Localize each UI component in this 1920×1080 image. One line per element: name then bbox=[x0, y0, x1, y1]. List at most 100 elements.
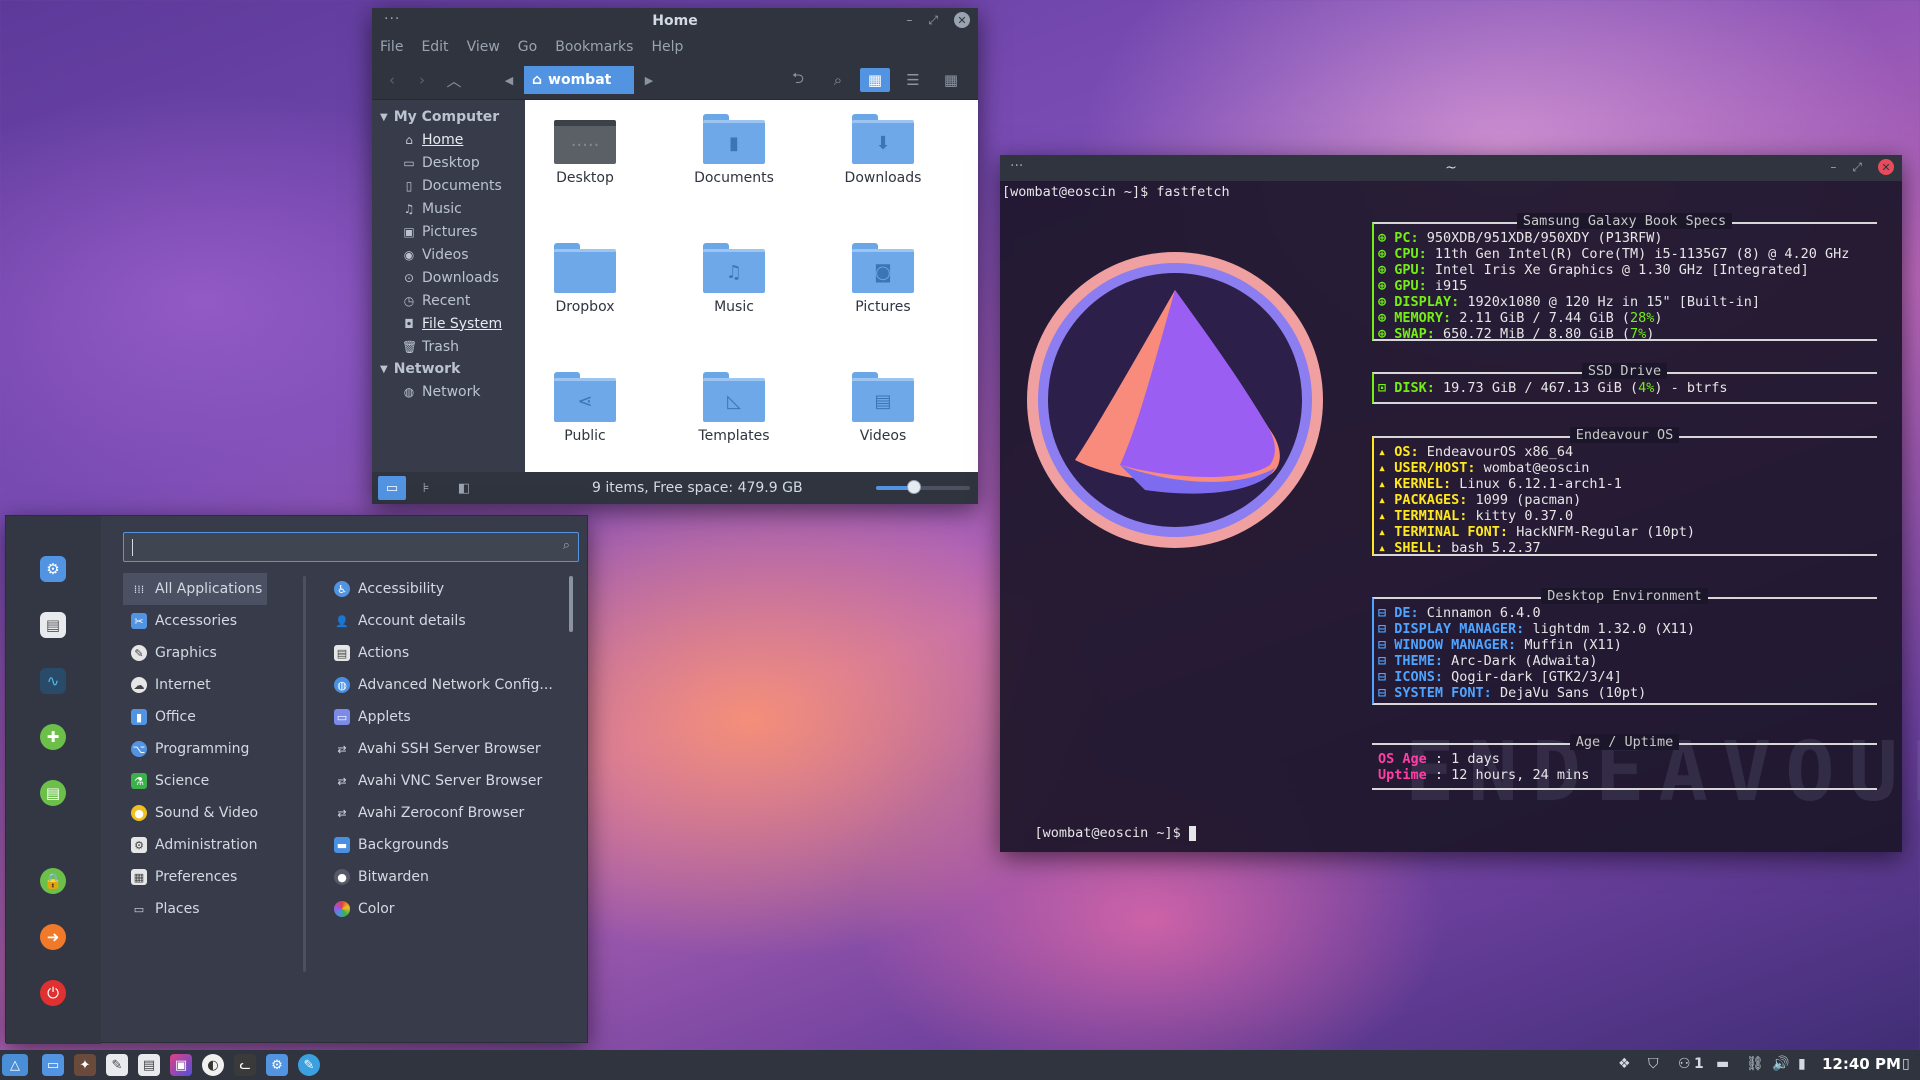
category-internet[interactable]: ☁ Internet bbox=[123, 669, 267, 701]
terminal-prompt-line[interactable]: [wombat@eoscin ~]$ bbox=[1002, 809, 1196, 857]
maximize-icon[interactable]: ⤢ bbox=[928, 13, 938, 28]
lock-screen-icon[interactable]: 🔒 bbox=[40, 868, 66, 894]
sidebar-item-trash[interactable]: 🗑 Trash bbox=[372, 335, 524, 358]
app-item[interactable]: ◍ Advanced Network Config... bbox=[334, 669, 564, 701]
list-view-icon[interactable]: ☰ bbox=[900, 68, 926, 92]
system-monitor-icon[interactable]: ∿ bbox=[40, 668, 66, 694]
path-left-icon[interactable]: ◀ bbox=[500, 68, 518, 92]
close-icon[interactable]: ✕ bbox=[1878, 159, 1894, 175]
compact-view-icon[interactable]: ▦ bbox=[938, 68, 964, 92]
file-grid[interactable]: ····· Desktop ▮ Documents ⬇ Downloads Dr… bbox=[525, 100, 978, 472]
toggle-location-icon[interactable]: ⮌ bbox=[786, 68, 810, 92]
terminal-cat-icon[interactable]: ᓚ bbox=[234, 1054, 256, 1076]
file-item-pictures[interactable]: ◙ Pictures bbox=[823, 243, 943, 315]
category-administration[interactable]: ⚙ Administration bbox=[123, 829, 267, 861]
path-right-icon[interactable]: ▶ bbox=[640, 68, 658, 92]
menu-bookmarks[interactable]: Bookmarks bbox=[555, 39, 633, 55]
sidebar-item-network[interactable]: ◍ Network bbox=[372, 380, 524, 403]
app-list-scrollbar[interactable] bbox=[569, 576, 573, 632]
software-manager-icon[interactable]: ✚ bbox=[40, 724, 66, 750]
menu-edit[interactable]: Edit bbox=[421, 39, 448, 55]
sidebar-item-recent[interactable]: ◷ Recent bbox=[372, 289, 524, 312]
forward-icon[interactable]: › bbox=[412, 68, 432, 92]
logout-icon[interactable]: ➜ bbox=[40, 924, 66, 950]
dropbox-tray-icon[interactable]: ❖ bbox=[1618, 1056, 1631, 1072]
category-office[interactable]: ▮ Office bbox=[123, 701, 267, 733]
sidebar-item-file-system[interactable]: ◘ File System bbox=[372, 312, 524, 335]
menu-go[interactable]: Go bbox=[518, 39, 537, 55]
file-item-music[interactable]: ♫ Music bbox=[674, 243, 794, 315]
icon-view-icon[interactable]: ▦ bbox=[860, 68, 890, 92]
terminal-window[interactable]: ··· ~ – ⤢ ✕ ENDEAVOUROS [wombat@eoscin ~… bbox=[1000, 155, 1920, 852]
file-item-templates[interactable]: ◺ Templates bbox=[674, 372, 794, 444]
mpv-icon[interactable]: ✦ bbox=[74, 1054, 96, 1076]
category-preferences[interactable]: ▦ Preferences bbox=[123, 861, 267, 893]
menu-view[interactable]: View bbox=[467, 39, 500, 55]
power-icon[interactable]: ⏻ bbox=[40, 980, 66, 1006]
workspace-icon[interactable]: ⚇ bbox=[1678, 1056, 1691, 1072]
menu-help[interactable]: Help bbox=[651, 39, 683, 55]
app-item[interactable]: ⇄ Avahi Zeroconf Browser bbox=[334, 797, 564, 829]
category-science[interactable]: ⚗ Science bbox=[123, 765, 267, 797]
window-menu-icon[interactable]: ··· bbox=[1010, 158, 1023, 174]
sidebar-item-documents[interactable]: ▯ Documents bbox=[372, 174, 524, 197]
file-item-documents[interactable]: ▮ Documents bbox=[674, 114, 794, 186]
drive-icon[interactable]: ▬ bbox=[1716, 1056, 1729, 1072]
battery-icon[interactable]: ▮ bbox=[1798, 1056, 1806, 1072]
terminal-titlebar[interactable]: ··· ~ – ⤢ ✕ bbox=[1000, 155, 1902, 181]
app-item[interactable]: Color bbox=[334, 893, 564, 925]
file-item-dropbox[interactable]: Dropbox bbox=[525, 243, 645, 315]
app-icon[interactable]: ✎ bbox=[298, 1054, 320, 1076]
up-icon[interactable]: ︿ bbox=[442, 68, 466, 92]
sidebar-item-videos[interactable]: ◉ Videos bbox=[372, 243, 524, 266]
search-input[interactable]: ⌕ bbox=[123, 532, 579, 562]
menu-file[interactable]: File bbox=[380, 39, 403, 55]
category-programming[interactable]: ⌥ Programming bbox=[123, 733, 267, 765]
text-editor-icon[interactable]: ▤ bbox=[40, 612, 66, 638]
file-item-public[interactable]: ⋖ Public bbox=[525, 372, 645, 444]
back-icon[interactable]: ‹ bbox=[382, 68, 402, 92]
sidebar-item-desktop[interactable]: ▭ Desktop bbox=[372, 151, 524, 174]
category-all-applications[interactable]: ⁞⁞⁞ All Applications bbox=[123, 573, 267, 605]
app-item[interactable]: ● Bitwarden bbox=[334, 861, 564, 893]
browser-icon[interactable]: ◐ bbox=[202, 1054, 224, 1076]
clock[interactable]: 12:40 PM bbox=[1822, 1055, 1901, 1073]
file-manager-icon[interactable]: ▭ bbox=[42, 1054, 64, 1076]
document-viewer-icon[interactable]: ▤ bbox=[138, 1054, 160, 1076]
app-item[interactable]: ▬ Backgrounds bbox=[334, 829, 564, 861]
hide-sidebar-icon[interactable]: ◧ bbox=[450, 476, 478, 500]
show-tree-icon[interactable]: ⊧ bbox=[412, 476, 440, 500]
settings-icon[interactable]: ⚙ bbox=[266, 1054, 288, 1076]
menu-launcher-icon[interactable]: △ bbox=[2, 1054, 28, 1076]
category-accessories[interactable]: ✂ Accessories bbox=[123, 605, 267, 637]
file-item-desktop[interactable]: ····· Desktop bbox=[525, 114, 645, 186]
app-item[interactable]: ♿ Accessibility bbox=[334, 573, 564, 605]
maximize-icon[interactable]: ⤢ bbox=[1852, 160, 1862, 175]
app-item[interactable]: 👤 Account details bbox=[334, 605, 564, 637]
file-manager-window[interactable]: ··· Home – ⤢ ✕ File Edit View Go Bookmar… bbox=[372, 8, 978, 504]
zoom-slider[interactable] bbox=[876, 480, 970, 494]
shield-icon[interactable]: ⛉ bbox=[1648, 1056, 1659, 1072]
minimize-icon[interactable]: – bbox=[1830, 160, 1836, 174]
sidebar-item-downloads[interactable]: ⊙ Downloads bbox=[372, 266, 524, 289]
notes-icon[interactable]: ▤ bbox=[40, 780, 66, 806]
app-item[interactable]: ▭ Applets bbox=[334, 701, 564, 733]
sidebar-section-my-computer[interactable]: ▼ My Computer bbox=[372, 106, 524, 128]
app-item[interactable]: ⇄ Avahi VNC Server Browser bbox=[334, 765, 564, 797]
clipboard-icon[interactable]: ▯ bbox=[1902, 1056, 1910, 1072]
settings-icon[interactable]: ⚙ bbox=[40, 556, 66, 582]
category-graphics[interactable]: ✎ Graphics bbox=[123, 637, 267, 669]
collapse-icon[interactable]: ▼ bbox=[380, 112, 388, 123]
app-item[interactable]: ▤ Actions bbox=[334, 637, 564, 669]
link-icon[interactable]: ⛓ bbox=[1746, 1056, 1764, 1072]
sidebar-item-home[interactable]: ⌂ Home bbox=[372, 128, 524, 151]
show-places-icon[interactable]: ▭ bbox=[378, 476, 406, 500]
close-icon[interactable]: ✕ bbox=[954, 12, 970, 28]
search-icon[interactable]: ⌕ bbox=[826, 68, 850, 92]
sidebar-section-network[interactable]: ▼ Network bbox=[372, 358, 524, 380]
category-sound-video[interactable]: ● Sound & Video bbox=[123, 797, 267, 829]
file-item-videos[interactable]: ▤ Videos bbox=[823, 372, 943, 444]
volume-icon[interactable]: 🔊 bbox=[1772, 1056, 1789, 1072]
sidebar-item-pictures[interactable]: ▣ Pictures bbox=[372, 220, 524, 243]
file-item-downloads[interactable]: ⬇ Downloads bbox=[823, 114, 943, 186]
